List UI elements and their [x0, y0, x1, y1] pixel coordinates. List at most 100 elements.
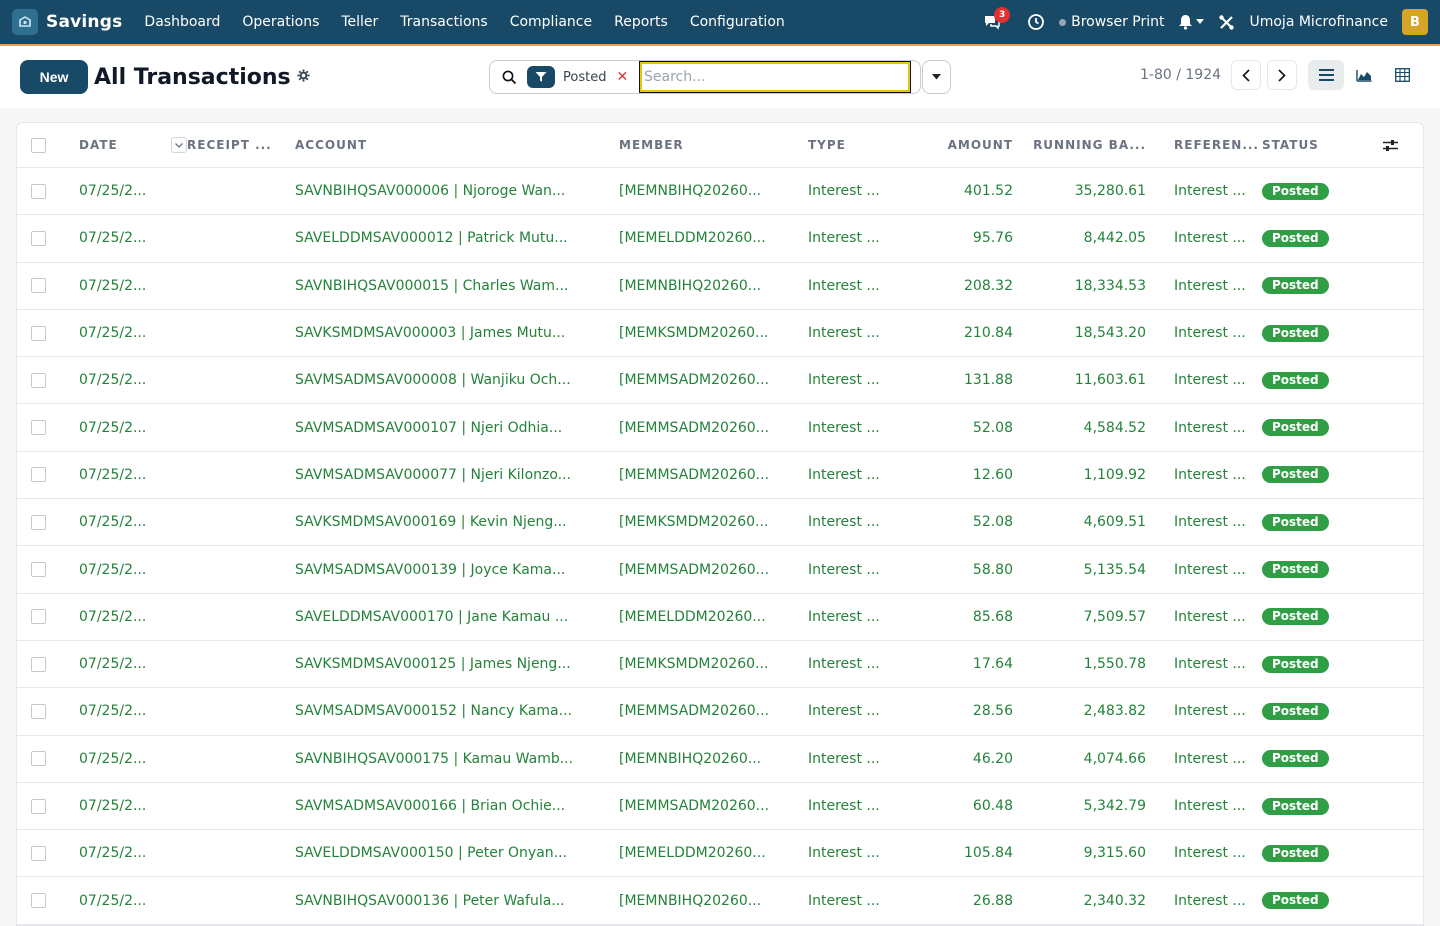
table-row[interactable]: 07/25/2... SAVELDDMSAV000012 | Patrick M… [17, 215, 1423, 263]
cell-member[interactable]: [MEMKSMDM20260... [619, 656, 808, 672]
table-row[interactable]: 07/25/2... SAVELDDMSAV000170 | Jane Kama… [17, 594, 1423, 641]
row-checkbox[interactable] [31, 467, 46, 483]
menu-reports[interactable]: Reports [614, 14, 668, 30]
column-status[interactable]: STATUS [1262, 138, 1372, 152]
messages-button[interactable]: 3 [983, 7, 1011, 30]
menu-configuration[interactable]: Configuration [690, 14, 785, 30]
row-checkbox[interactable] [31, 845, 46, 861]
table-row[interactable]: 07/25/2... SAVNBIHQSAV000015 | Charles W… [17, 263, 1423, 310]
cell-member[interactable]: [MEMNBIHQ20260... [619, 278, 808, 294]
cell-member[interactable]: [MEMELDDM20260... [619, 230, 808, 246]
cell-account[interactable]: SAVMSADMSAV000077 | Njeri Kilonzo... [295, 467, 619, 483]
cell-account[interactable]: SAVNBIHQSAV000006 | Njoroge Wan... [295, 183, 619, 199]
cell-member[interactable]: [MEMMSADM20260... [619, 372, 808, 388]
cell-account[interactable]: SAVELDDMSAV000150 | Peter Onyan... [295, 845, 619, 861]
pivot-view-button[interactable] [1384, 60, 1420, 90]
cell-account[interactable]: SAVELDDMSAV000012 | Patrick Mutu... [295, 230, 619, 246]
cell-member[interactable]: [MEMNBIHQ20260... [619, 751, 808, 767]
cell-account[interactable]: SAVMSADMSAV000008 | Wanjiku Och... [295, 372, 619, 388]
table-row[interactable]: 07/25/2... SAVKSMDMSAV000125 | James Nje… [17, 641, 1423, 689]
row-checkbox[interactable] [31, 893, 46, 909]
table-row[interactable]: 07/25/2... SAVKSMDMSAV000169 | Kevin Nje… [17, 499, 1423, 547]
table-row[interactable]: 07/25/2... SAVMSADMSAV000107 | Njeri Odh… [17, 404, 1423, 452]
menu-dashboard[interactable]: Dashboard [144, 14, 220, 30]
pager-previous-button[interactable] [1231, 60, 1262, 90]
table-row[interactable]: 07/25/2... SAVNBIHQSAV000175 | Kamau Wam… [17, 736, 1423, 783]
table-row[interactable]: 07/25/2... SAVMSADMSAV000077 | Njeri Kil… [17, 452, 1423, 500]
cell-account[interactable]: SAVKSMDMSAV000125 | James Njeng... [295, 656, 619, 672]
cell-account[interactable]: SAVNBIHQSAV000175 | Kamau Wamb... [295, 751, 619, 767]
cell-member[interactable]: [MEMMSADM20260... [619, 467, 808, 483]
cell-member[interactable]: [MEMMSADM20260... [619, 798, 808, 814]
cell-member[interactable]: [MEMMSADM20260... [619, 703, 808, 719]
cell-member[interactable]: [MEMELDDM20260... [619, 845, 808, 861]
activity-clock-button[interactable] [1027, 13, 1045, 31]
list-view-button[interactable] [1308, 60, 1344, 90]
row-checkbox[interactable] [31, 703, 46, 719]
sort-chevron-down-icon[interactable] [171, 137, 187, 153]
pager-value[interactable]: 1-80 / 1924 [1140, 67, 1221, 83]
company-switcher[interactable]: Umoja Microfinance [1249, 14, 1388, 30]
debug-tools-button[interactable] [1218, 14, 1235, 31]
cell-account[interactable]: SAVNBIHQSAV000015 | Charles Wam... [295, 278, 619, 294]
row-checkbox[interactable] [31, 609, 46, 625]
menu-teller[interactable]: Teller [341, 14, 378, 30]
cell-member[interactable]: [MEMNBIHQ20260... [619, 183, 808, 199]
row-checkbox[interactable] [31, 798, 46, 814]
optional-columns-button[interactable] [1372, 139, 1408, 152]
column-member[interactable]: MEMBER [619, 138, 808, 152]
row-checkbox[interactable] [31, 325, 46, 341]
column-receipt[interactable]: RECEIPT ... [187, 138, 295, 152]
table-row[interactable]: 07/25/2... SAVMSADMSAV000166 | Brian Och… [17, 783, 1423, 831]
row-checkbox[interactable] [31, 420, 46, 436]
cell-member[interactable]: [MEMNBIHQ20260... [619, 893, 808, 909]
cell-account[interactable]: SAVMSADMSAV000139 | Joyce Kama... [295, 562, 619, 578]
column-date[interactable]: DATE [79, 137, 187, 153]
graph-view-button[interactable] [1346, 60, 1382, 90]
cell-member[interactable]: [MEMELDDM20260... [619, 609, 808, 625]
cell-account[interactable]: SAVKSMDMSAV000169 | Kevin Njeng... [295, 514, 619, 530]
new-button[interactable]: New [20, 60, 88, 94]
cell-member[interactable]: [MEMKSMDM20260... [619, 514, 808, 530]
cell-account[interactable]: SAVNBIHQSAV000136 | Peter Wafula... [295, 893, 619, 909]
row-checkbox[interactable] [31, 230, 46, 246]
notifications-button[interactable] [1178, 14, 1205, 30]
row-checkbox[interactable] [31, 514, 46, 530]
cell-account[interactable]: SAVMSADMSAV000152 | Nancy Kama... [295, 703, 619, 719]
row-checkbox[interactable] [31, 562, 46, 578]
column-reference[interactable]: REFEREN... [1154, 138, 1262, 152]
cell-account[interactable]: SAVMSADMSAV000107 | Njeri Odhia... [295, 420, 619, 436]
menu-operations[interactable]: Operations [242, 14, 319, 30]
menu-transactions[interactable]: Transactions [400, 14, 487, 30]
browser-print-status[interactable]: Browser Print [1059, 14, 1164, 30]
table-row[interactable]: 07/25/2... SAVNBIHQSAV000136 | Peter Waf… [17, 877, 1423, 925]
posted-filter-chip[interactable]: Posted ✕ [527, 65, 628, 89]
table-row[interactable]: 07/25/2... SAVNBIHQSAV000006 | Njoroge W… [17, 168, 1423, 216]
search-options-toggle[interactable] [922, 60, 951, 94]
table-row[interactable]: 07/25/2... SAVMSADMSAV000008 | Wanjiku O… [17, 357, 1423, 405]
user-avatar[interactable]: B [1402, 9, 1428, 35]
table-row[interactable]: 07/25/2... SAVMSADMSAV000139 | Joyce Kam… [17, 546, 1423, 594]
cell-member[interactable]: [MEMKSMDM20260... [619, 325, 808, 341]
app-name[interactable]: Savings [46, 12, 122, 32]
gear-icon[interactable] [297, 68, 310, 86]
row-checkbox[interactable] [31, 656, 46, 672]
column-amount[interactable]: AMOUNT [908, 138, 1021, 152]
row-checkbox[interactable] [31, 183, 46, 199]
column-running-balance[interactable]: RUNNING BA... [1021, 138, 1154, 152]
cell-member[interactable]: [MEMMSADM20260... [619, 420, 808, 436]
cell-account[interactable]: SAVELDDMSAV000170 | Jane Kamau ... [295, 609, 619, 625]
table-row[interactable]: 07/25/2... SAVMSADMSAV000152 | Nancy Kam… [17, 688, 1423, 736]
table-row[interactable]: 07/25/2... SAVELDDMSAV000150 | Peter Ony… [17, 830, 1423, 878]
table-row[interactable]: 07/25/2... SAVKSMDMSAV000003 | James Mut… [17, 310, 1423, 358]
remove-filter-icon[interactable]: ✕ [616, 69, 628, 85]
search-input[interactable] [639, 61, 911, 93]
cell-member[interactable]: [MEMMSADM20260... [619, 562, 808, 578]
row-checkbox[interactable] [31, 372, 46, 388]
pager-next-button[interactable] [1267, 60, 1298, 90]
cell-account[interactable]: SAVMSADMSAV000166 | Brian Ochie... [295, 798, 619, 814]
column-account[interactable]: ACCOUNT [295, 138, 619, 152]
cell-account[interactable]: SAVKSMDMSAV000003 | James Mutu... [295, 325, 619, 341]
row-checkbox[interactable] [31, 278, 46, 294]
column-type[interactable]: TYPE [808, 138, 908, 152]
